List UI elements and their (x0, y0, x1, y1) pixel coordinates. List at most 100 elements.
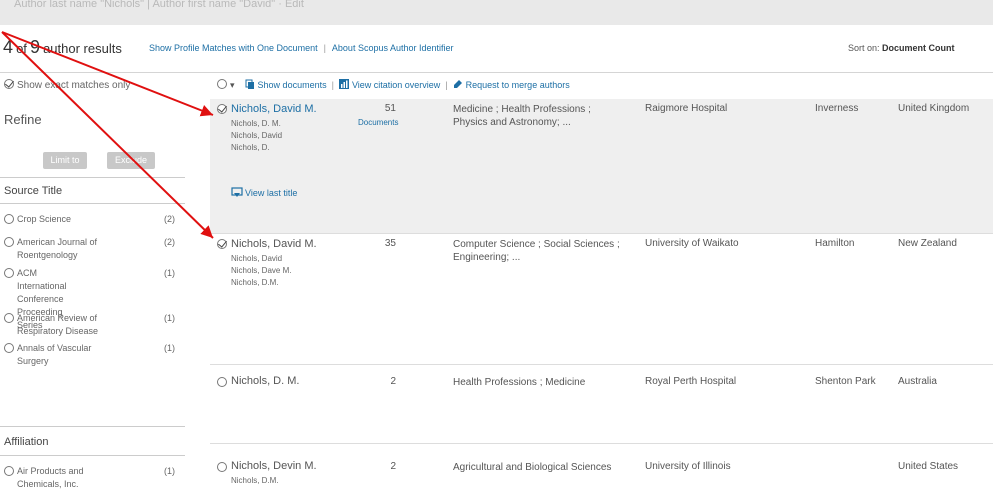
results-header: 4 of 9 author results Show Profile Match… (0, 37, 993, 61)
source-filter-checkbox[interactable] (4, 214, 14, 224)
author-alias: Nichols, Dave M. (231, 266, 292, 275)
result-count-label: author results (43, 41, 122, 56)
sort-control[interactable]: Sort on: Document Count (848, 43, 955, 53)
source-filter-label: Annals of Vascular Surgery (17, 343, 92, 366)
author-alias: Nichols, D.M. (231, 278, 279, 287)
toolbar-separator: | (331, 80, 334, 90)
show-documents-link[interactable]: Show documents (258, 80, 327, 90)
merge-icon (453, 80, 462, 88)
source-filter-count: (2) (164, 237, 175, 247)
author-select-checkbox[interactable] (217, 462, 227, 472)
section-divider (0, 426, 185, 427)
document-count[interactable]: 35 (385, 238, 396, 249)
select-all-checkbox[interactable] (217, 79, 227, 89)
refine-sidebar: Show exact matches only Refine Limit to … (0, 73, 203, 499)
affiliation-value: Raigmore Hospital (645, 103, 728, 114)
source-filter-label: American Journal of Roentgenology (17, 237, 98, 260)
show-one-document-link[interactable]: Show Profile Matches with One Document (149, 43, 318, 53)
result-count-num: 4 (3, 37, 14, 57)
source-filter-count: (1) (164, 268, 175, 278)
country-value: United States (898, 461, 959, 472)
sort-label: Sort on: (848, 43, 880, 53)
author-alias: Nichols, D. M. (231, 119, 281, 128)
city-value: Inverness (815, 103, 859, 114)
subject-areas: Agricultural and Biological Sciences (453, 462, 612, 473)
document-count[interactable]: 51 (385, 103, 396, 114)
affiliation-filter-item[interactable]: Air Products and Chemicals, Inc. (1) (4, 465, 194, 493)
view-last-title-label: View last title (245, 188, 298, 198)
affiliation-filter-count: (1) (164, 466, 175, 476)
source-filter-item[interactable]: Crop Science (2) (4, 213, 194, 227)
author-result-row: Nichols, D. M. 2 Health Professions ; Me… (210, 365, 993, 444)
author-select-checkbox[interactable] (217, 239, 227, 249)
source-filter-checkbox[interactable] (4, 313, 14, 323)
subject-areas: Computer Science ; Social Sciences ; Eng… (453, 239, 620, 263)
document-count[interactable]: 2 (390, 461, 396, 472)
city-value: Hamilton (815, 238, 855, 249)
author-alias: Nichols, D.M. (231, 476, 279, 485)
result-count-of: of (16, 41, 27, 56)
country-value: Australia (898, 376, 937, 387)
view-last-title-link[interactable]: View last title (231, 187, 297, 199)
source-title-heading: Source Title (4, 185, 63, 197)
source-filter-checkbox[interactable] (4, 237, 14, 247)
about-author-identifier-link[interactable]: About Scopus Author Identifier (332, 43, 454, 53)
limit-to-button[interactable]: Limit to (43, 152, 87, 169)
section-divider (0, 455, 185, 456)
exclude-button[interactable]: Exclude (107, 152, 155, 169)
author-name-link[interactable]: Nichols, David M. (231, 103, 317, 115)
city-value: Shenton Park (815, 376, 876, 387)
request-merge-link[interactable]: Request to merge authors (466, 80, 570, 90)
source-filter-count: (2) (164, 214, 175, 224)
source-filter-checkbox[interactable] (4, 343, 14, 353)
affiliation-value: Royal Perth Hospital (645, 376, 737, 387)
source-filter-count: (1) (164, 343, 175, 353)
author-name-link[interactable]: Nichols, D. M. (231, 375, 299, 387)
documents-icon (245, 79, 254, 89)
result-count: 4 of 9 author results (3, 37, 122, 58)
top-bar: Author last name "Nichols" | Author firs… (0, 0, 993, 25)
author-name-link[interactable]: Nichols, Devin M. (231, 460, 317, 472)
affiliation-value: University of Illinois (645, 461, 731, 472)
source-filter-label: Crop Science (17, 214, 72, 224)
results-panel: ▾ Show documents | View citation overview |… (210, 73, 993, 499)
author-select-checkbox[interactable] (217, 104, 227, 114)
source-filter-label: American Review of Respiratory Disease (17, 313, 99, 336)
toolbar-separator: | (445, 80, 448, 90)
source-filter-item[interactable]: American Review of Respiratory Disease (… (4, 312, 194, 340)
author-result-row: Nichols, David M. Nichols, D. M. Nichols… (210, 99, 993, 234)
source-filter-count: (1) (164, 313, 175, 323)
chart-icon (338, 79, 349, 89)
download-icon (231, 187, 243, 197)
affiliation-value: University of Waikato (645, 238, 739, 249)
source-filter-item[interactable]: ACM International Conference Proceeding … (4, 267, 194, 330)
view-citation-overview-link[interactable]: View citation overview (352, 80, 440, 90)
sort-value[interactable]: Document Count (882, 43, 955, 53)
author-result-row: Nichols, David M. Nichols, David Nichols… (210, 234, 993, 365)
exact-matches-checkbox[interactable] (4, 79, 14, 89)
exact-matches-option[interactable]: Show exact matches only (4, 79, 130, 91)
affiliation-heading: Affiliation (4, 436, 49, 448)
chevron-down-icon[interactable]: ▾ (230, 80, 235, 90)
affiliation-filter-checkbox[interactable] (4, 466, 14, 476)
author-result-row: Nichols, Devin M. Nichols, D.M. 2 Agricu… (210, 459, 993, 499)
search-summary: Author last name "Nichols" | Author firs… (14, 0, 304, 10)
author-name-link[interactable]: Nichols, David M. (231, 238, 317, 250)
source-filter-checkbox[interactable] (4, 268, 14, 278)
source-filter-item[interactable]: American Journal of Roentgenology (2) (4, 236, 194, 264)
country-value: New Zealand (898, 238, 957, 249)
source-filter-item[interactable]: Annals of Vascular Surgery (1) (4, 342, 194, 370)
results-toolbar: ▾ Show documents | View citation overview |… (217, 79, 570, 91)
refine-title: Refine (4, 112, 42, 127)
subject-areas: Medicine ; Health Professions ; Physics … (453, 104, 591, 128)
subject-areas: Health Professions ; Medicine (453, 377, 586, 388)
link-separator: | (323, 43, 326, 53)
author-alias: Nichols, David (231, 131, 283, 140)
document-count[interactable]: 2 (390, 376, 396, 387)
author-select-checkbox[interactable] (217, 377, 227, 387)
header-links: Show Profile Matches with One Document | A… (149, 43, 454, 53)
affiliation-filter-label: Air Products and Chemicals, Inc. (17, 466, 84, 489)
author-alias: Nichols, D. (231, 143, 270, 152)
result-count-total: 9 (29, 37, 40, 57)
documents-link[interactable]: Documents (358, 118, 398, 127)
